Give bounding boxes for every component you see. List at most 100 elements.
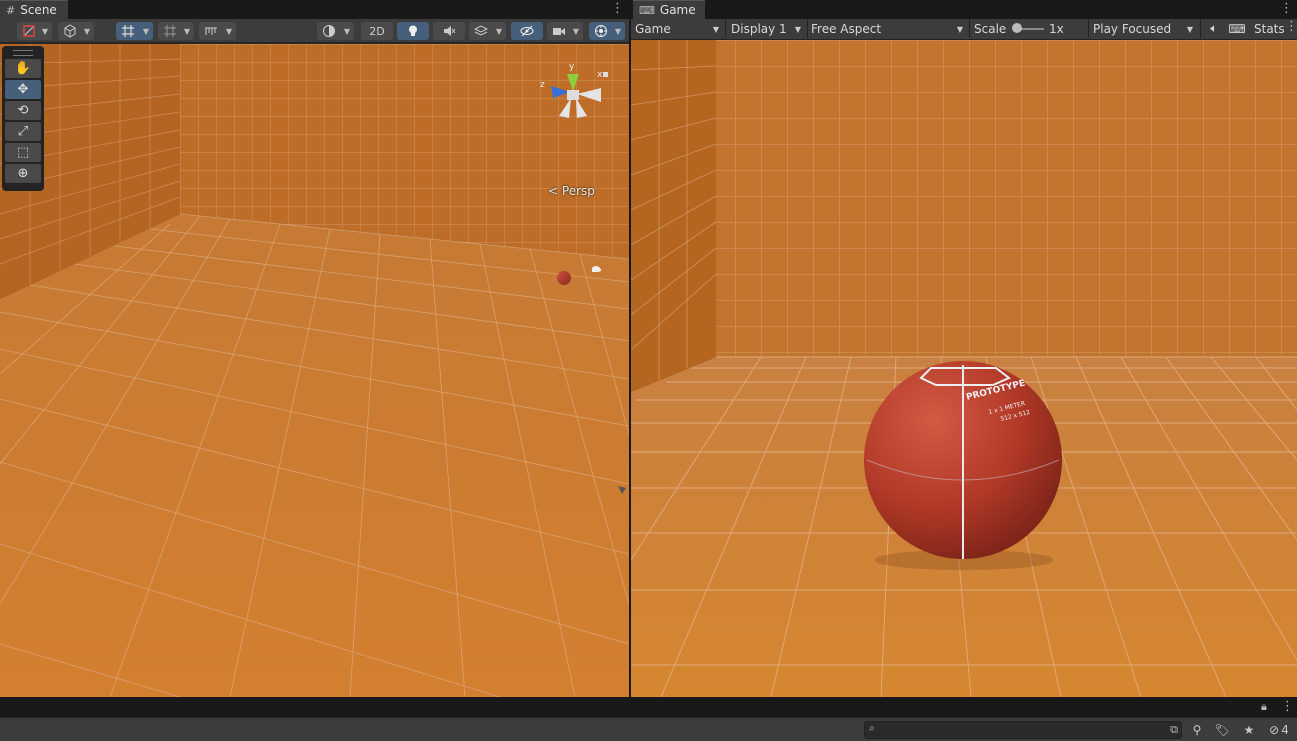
layers-icon <box>474 25 488 36</box>
chevron-down-icon: ▼ <box>956 25 963 34</box>
separator <box>969 19 970 38</box>
hand-tool-button[interactable]: ✋ <box>5 59 41 78</box>
scene-viewport[interactable]: y z x < Persp ✋ ✥ ⟲ ⤢ ⬚ ⊕ <box>0 44 629 697</box>
game-more-icon[interactable]: ⋮ <box>1280 1 1293 17</box>
sphere-shading-icon <box>323 25 335 37</box>
play-mode-select[interactable]: Play Focused ▼ <box>1093 19 1197 38</box>
lighting-toggle[interactable] <box>397 22 429 40</box>
rotate-icon: ⟲ <box>17 103 29 118</box>
editor-window: # Scene ⋮ ▼ ▼ ▼ ▼ ▼ ▼ 2D ▼ ▼ ▼ y z x < P… <box>0 0 1297 741</box>
scale-value: 1x <box>1049 21 1064 36</box>
favorites-button[interactable]: ★ <box>1240 721 1258 739</box>
grid-snap-button[interactable] <box>116 22 140 40</box>
transform-tool-button[interactable]: ⊕ <box>5 164 41 183</box>
mode-2d-button[interactable]: 2D <box>361 22 393 40</box>
scene-tabbar: # Scene ⋮ <box>0 0 629 19</box>
chevron-down-icon: ▼ <box>794 25 801 34</box>
search-icon: ⌕ <box>869 723 875 734</box>
scene-more-icon[interactable]: ⋮ <box>611 1 624 17</box>
search-by-type-icon[interactable]: ⧉ <box>1170 723 1178 737</box>
shading-mode-button[interactable] <box>317 22 341 40</box>
label-filter-button[interactable]: 🏷︎ <box>1213 721 1231 739</box>
game-view-select-value: Game <box>635 21 671 36</box>
transform-icon: ⊕ <box>17 166 29 181</box>
gamepad-icon: ⌨ <box>639 3 655 17</box>
scale-control: Scale 1x <box>974 19 1094 38</box>
rect-tool-button[interactable]: ⬚ <box>5 143 41 162</box>
persp-arrow-icon: < <box>548 184 559 198</box>
bottom-toolbar: ⌕ ⧉ ⚲ 🏷︎ ★ ⊘ 4 <box>0 717 1297 741</box>
cube-icon <box>64 24 76 38</box>
gizmos-dropdown[interactable]: ▼ <box>611 22 625 40</box>
aspect-select-value: Free Aspect <box>811 21 882 36</box>
persp-toggle[interactable]: < Persp <box>548 184 595 198</box>
stats-toggle[interactable]: Stats <box>1254 19 1288 38</box>
lock-icon[interactable]: 🔒︎ <box>1261 700 1267 714</box>
scale-label: Scale <box>974 21 1007 36</box>
scene-ball[interactable] <box>557 271 571 285</box>
filter-type-button[interactable]: ⚲ <box>1188 721 1206 739</box>
scene-panel: # Scene ⋮ ▼ ▼ ▼ ▼ ▼ ▼ 2D ▼ ▼ ▼ y z x < P… <box>0 0 629 697</box>
scene-toolbar: ▼ ▼ ▼ ▼ ▼ ▼ 2D ▼ ▼ ▼ <box>0 19 629 43</box>
visibility-toggle[interactable] <box>511 22 543 40</box>
tools-grip[interactable] <box>13 50 33 56</box>
search-input[interactable] <box>881 722 1171 738</box>
scale-tool-button[interactable]: ⤢ <box>5 122 41 141</box>
star-icon: ★ <box>1243 723 1255 737</box>
separator <box>725 19 726 38</box>
move-tool-button[interactable]: ✥ <box>5 80 41 99</box>
draw-mode-icon <box>23 25 35 37</box>
game-viewport[interactable]: PROTOTYPE 1 x 1 METER 512 x 512 <box>631 40 1297 697</box>
effects-button[interactable] <box>469 22 493 40</box>
grid-snap-dropdown[interactable]: ▼ <box>139 22 153 40</box>
tools-overlay: ✋ ✥ ⟲ ⤢ ⬚ ⊕ <box>2 46 44 191</box>
aspect-select[interactable]: Free Aspect ▼ <box>811 19 967 38</box>
increment-snap-button[interactable] <box>158 22 182 40</box>
search-field[interactable]: ⌕ ⧉ <box>864 721 1182 739</box>
tab-game[interactable]: ⌨ Game <box>633 0 705 19</box>
separator <box>807 19 808 38</box>
shading-button[interactable] <box>58 22 82 40</box>
gizmo-x-label: x <box>597 70 603 80</box>
draw-mode-dropdown[interactable]: ▼ <box>38 22 52 40</box>
game-panel: ⌨ Game ⋮ Game ▼ Display 1 ▼ Free Aspect … <box>631 0 1297 697</box>
shortcuts-button[interactable]: ⌨ <box>1228 19 1246 38</box>
audio-toggle[interactable] <box>433 22 465 40</box>
scale-slider-handle[interactable] <box>1012 23 1022 33</box>
camera-icon <box>553 28 565 35</box>
bottom-more-icon[interactable]: ⋮ <box>1281 699 1294 714</box>
eye-slash-icon <box>520 25 534 37</box>
separator <box>1088 19 1089 38</box>
shading-dropdown[interactable]: ▼ <box>80 22 94 40</box>
gizmo-icon <box>595 25 607 37</box>
lightbulb-icon <box>409 25 417 36</box>
game-view-select[interactable]: Game ▼ <box>635 19 723 38</box>
camera-settings-button[interactable] <box>547 22 571 40</box>
ruler-dropdown[interactable]: ▼ <box>222 22 236 40</box>
scene-render: y z x <box>0 44 629 697</box>
camera-settings-dropdown[interactable]: ▼ <box>569 22 583 40</box>
mute-audio-button[interactable]: 🔈︎ <box>1205 19 1223 38</box>
scale-icon: ⤢ <box>17 124 29 139</box>
rect-icon: ⬚ <box>16 145 30 160</box>
gizmo-y-label: y <box>569 62 575 72</box>
shading-mode-dropdown[interactable]: ▼ <box>340 22 354 40</box>
mode-2d-label: 2D <box>369 24 385 38</box>
ruler-button[interactable] <box>199 22 223 40</box>
increment-snap-dropdown[interactable]: ▼ <box>180 22 194 40</box>
keyboard-icon: ⌨ <box>1228 21 1246 36</box>
move-icon: ✥ <box>17 82 29 97</box>
rotate-tool-button[interactable]: ⟲ <box>5 101 41 120</box>
game-toolbar-more-icon[interactable]: ⋮ <box>1285 19 1297 35</box>
gizmos-button[interactable] <box>589 22 613 40</box>
ruler-icon <box>205 27 217 35</box>
display-select[interactable]: Display 1 ▼ <box>731 19 805 38</box>
hash-icon: # <box>6 3 16 17</box>
chevron-down-icon: ▼ <box>712 25 719 34</box>
game-tabbar: ⌨ Game ⋮ <box>631 0 1297 19</box>
game-toolbar: Game ▼ Display 1 ▼ Free Aspect ▼ Scale 1… <box>631 19 1297 40</box>
filter-type-icon: ⚲ <box>1192 723 1202 737</box>
tab-scene[interactable]: # Scene <box>0 0 68 19</box>
effects-dropdown[interactable]: ▼ <box>492 22 506 40</box>
hidden-packages-button[interactable]: ⊘ 4 <box>1264 721 1294 739</box>
